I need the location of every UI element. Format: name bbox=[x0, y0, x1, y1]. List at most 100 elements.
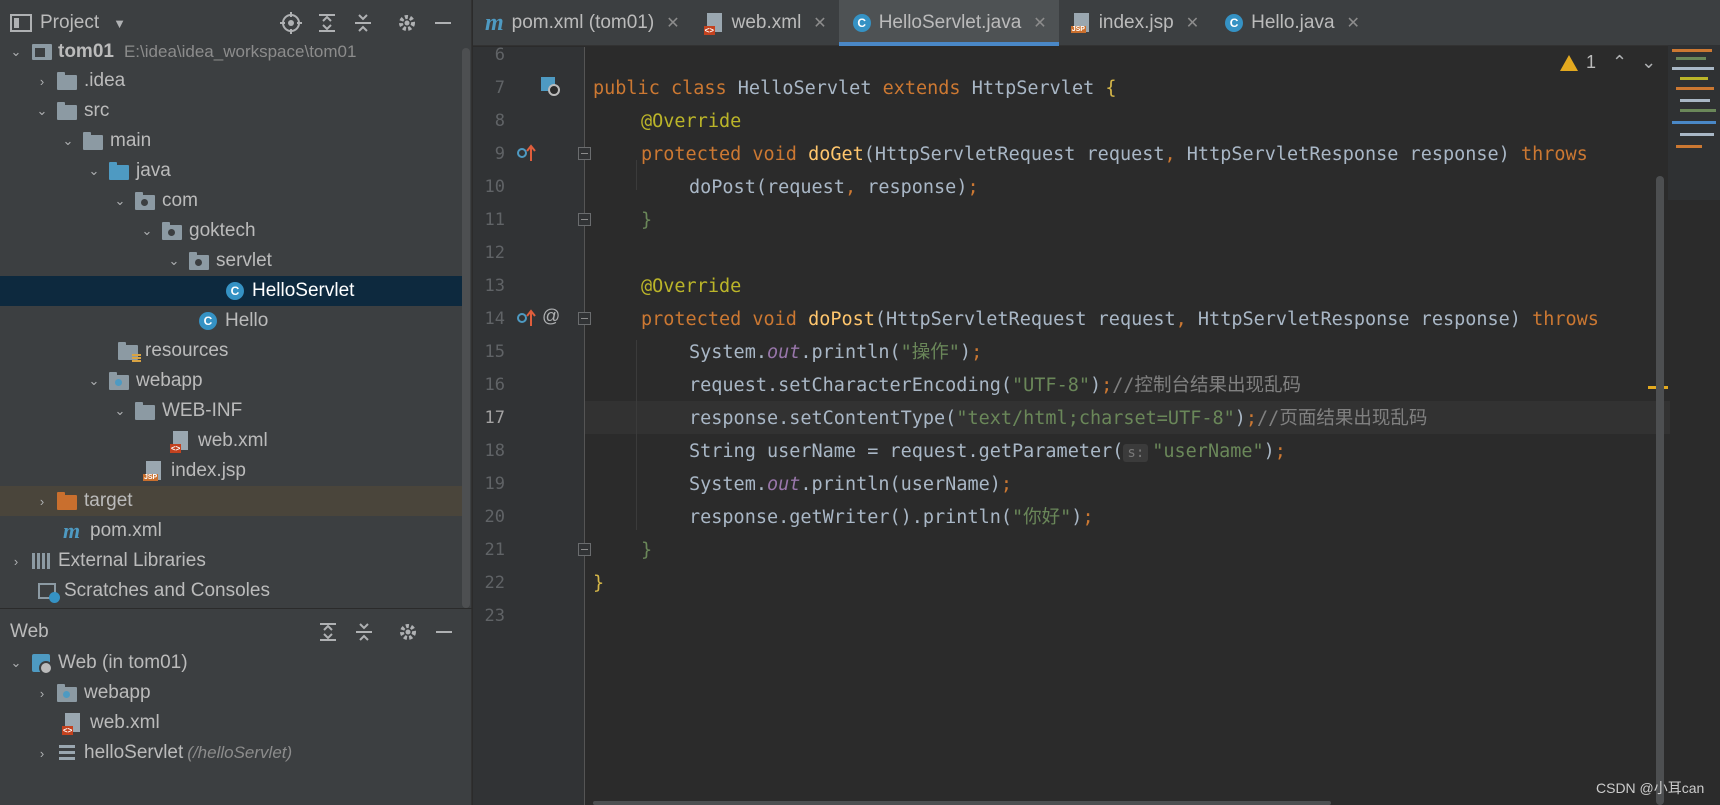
servlet-gutter-icon[interactable] bbox=[540, 76, 560, 100]
web-item-web-xml[interactable]: web.xml bbox=[0, 708, 470, 738]
tree-item-scratches[interactable]: Scratches and Consoles bbox=[0, 576, 470, 606]
tree-item-main[interactable]: ⌄ main bbox=[0, 126, 470, 156]
web-item-webapp[interactable]: › webapp bbox=[0, 678, 470, 708]
tree-item-label: WEB-INF bbox=[162, 400, 243, 421]
tree-item-goktech[interactable]: ⌄ goktech bbox=[0, 216, 470, 246]
collapse-all-icon[interactable] bbox=[345, 5, 381, 41]
project-scrollbar[interactable] bbox=[462, 48, 470, 608]
code-minimap[interactable] bbox=[1668, 45, 1720, 200]
tree-item-pom-xml[interactable]: m pom.xml bbox=[0, 516, 470, 546]
chevron-right-icon[interactable]: › bbox=[32, 678, 52, 708]
chevron-down-icon[interactable]: ⌄ bbox=[84, 156, 104, 186]
tab-hello-java[interactable]: C Hello.java ✕ bbox=[1211, 0, 1372, 46]
close-icon[interactable]: ✕ bbox=[813, 13, 826, 33]
editor-vertical-scrollbar[interactable] bbox=[1656, 176, 1664, 805]
collapse-all-icon[interactable] bbox=[346, 614, 382, 650]
tab-web-xml[interactable]: web.xml ✕ bbox=[692, 0, 839, 46]
implements-up-icon[interactable] bbox=[516, 143, 538, 167]
implements-up-icon[interactable] bbox=[516, 308, 538, 332]
code-line-10: doPost(request, response); bbox=[689, 171, 979, 204]
code-token: ; bbox=[1000, 474, 1013, 495]
chevron-down-icon[interactable]: ⌄ bbox=[32, 96, 52, 126]
code-token: doPost bbox=[808, 309, 875, 330]
gear-icon[interactable] bbox=[390, 614, 426, 650]
code-line-7: public class HelloServlet extends HttpSe… bbox=[593, 72, 1117, 105]
code-line-22: } bbox=[593, 573, 605, 594]
chevron-down-icon[interactable]: ⌄ bbox=[110, 186, 130, 216]
chevron-down-icon[interactable]: ⌄ bbox=[6, 648, 26, 678]
java-class-icon: C bbox=[197, 310, 219, 332]
close-icon[interactable]: ✕ bbox=[1347, 13, 1360, 33]
tab-index-jsp[interactable]: index.jsp ✕ bbox=[1059, 0, 1211, 46]
tree-item-index-jsp[interactable]: index.jsp bbox=[0, 456, 470, 486]
tree-item-label: HelloServlet bbox=[252, 280, 355, 301]
tree-item-java[interactable]: ⌄ java bbox=[0, 156, 470, 186]
code-token: { bbox=[1105, 78, 1117, 99]
web-item-helloservlet[interactable]: › helloServlet (/helloServlet) bbox=[0, 738, 470, 768]
expand-all-icon[interactable] bbox=[309, 5, 345, 41]
code-token: protected void bbox=[641, 309, 809, 330]
editor-horizontal-scrollbar[interactable] bbox=[593, 801, 1331, 805]
fold-icon[interactable] bbox=[578, 147, 591, 160]
locate-file-icon[interactable] bbox=[273, 5, 309, 41]
code-token: extends bbox=[882, 78, 972, 99]
chevron-down-icon[interactable]: ⌄ bbox=[58, 126, 78, 156]
project-view-icon bbox=[10, 14, 32, 32]
tree-item-web-xml[interactable]: web.xml bbox=[0, 426, 470, 456]
close-icon[interactable]: ✕ bbox=[666, 13, 679, 33]
tree-item-label: web.xml bbox=[90, 712, 160, 733]
tree-item-servlet[interactable]: ⌄ servlet bbox=[0, 246, 470, 276]
folder-icon bbox=[56, 100, 78, 122]
at-mapping-icon[interactable]: @ bbox=[542, 306, 560, 327]
code-token: (HttpServletRequest request bbox=[863, 144, 1165, 165]
tree-item-web-inf[interactable]: ⌄ WEB-INF bbox=[0, 396, 470, 426]
chevron-down-icon[interactable]: ⌄ bbox=[84, 366, 104, 396]
chevron-down-icon[interactable]: ⌄ bbox=[164, 246, 184, 276]
close-icon[interactable]: ✕ bbox=[1186, 13, 1199, 33]
tab-label: index.jsp bbox=[1098, 12, 1174, 33]
chevron-down-icon[interactable]: ⌄ bbox=[1641, 52, 1656, 73]
hide-panel-icon[interactable] bbox=[425, 5, 461, 41]
expand-all-icon[interactable] bbox=[310, 614, 346, 650]
code-token: , bbox=[1164, 144, 1187, 165]
tree-item-resources[interactable]: resources bbox=[0, 336, 470, 366]
tree-item-helloservlet[interactable]: C HelloServlet bbox=[0, 276, 470, 306]
gear-icon[interactable] bbox=[389, 5, 425, 41]
tree-item-label: resources bbox=[145, 340, 229, 361]
fold-icon[interactable] bbox=[578, 213, 591, 226]
chevron-right-icon[interactable]: › bbox=[32, 486, 52, 516]
chevron-up-icon[interactable]: ⌃ bbox=[1612, 52, 1627, 73]
tree-item-webapp[interactable]: ⌄ webapp bbox=[0, 366, 470, 396]
chevron-right-icon[interactable]: › bbox=[6, 546, 26, 576]
code-token: out bbox=[766, 342, 801, 363]
tab-helloservlet-java[interactable]: C HelloServlet.java ✕ bbox=[838, 0, 1059, 46]
tab-pom-xml[interactable]: m pom.xml (tom01) ✕ bbox=[473, 0, 692, 46]
tree-item-label: servlet bbox=[216, 250, 272, 271]
tree-item-idea[interactable]: › .idea bbox=[0, 66, 470, 96]
fold-icon[interactable] bbox=[578, 312, 591, 325]
web-item-web[interactable]: ⌄ Web (in tom01) bbox=[0, 648, 470, 678]
code-line-15: System.out.println("操作"); bbox=[689, 336, 982, 369]
chevron-down-icon[interactable]: ⌄ bbox=[110, 396, 130, 426]
fold-icon[interactable] bbox=[578, 543, 591, 556]
inspection-widget[interactable]: 1 ⌃ ⌄ bbox=[1560, 52, 1656, 73]
tree-item-tom01[interactable]: ⌄ tom01 E:\idea\idea_workspace\tom01 bbox=[0, 37, 470, 67]
chevron-right-icon[interactable]: › bbox=[32, 738, 52, 768]
chevron-down-icon[interactable]: ⌄ bbox=[137, 216, 157, 246]
tree-item-hello[interactable]: C Hello bbox=[0, 306, 470, 336]
project-panel-title[interactable]: Project bbox=[40, 12, 99, 34]
resources-folder-icon bbox=[117, 340, 141, 363]
tree-item-src[interactable]: ⌄ src bbox=[0, 96, 470, 126]
hide-panel-icon[interactable] bbox=[426, 614, 462, 650]
chevron-right-icon[interactable]: › bbox=[32, 66, 52, 96]
chevron-down-icon[interactable]: ▼ bbox=[113, 16, 126, 31]
code-line-21: } bbox=[641, 540, 653, 561]
java-class-icon: C bbox=[224, 280, 246, 302]
chevron-down-icon[interactable]: ⌄ bbox=[6, 37, 26, 67]
tree-item-com[interactable]: ⌄ com bbox=[0, 186, 470, 216]
tree-item-external-libraries[interactable]: › External Libraries bbox=[0, 546, 470, 576]
line-number: 19 bbox=[484, 474, 505, 494]
code-line-17: response.setContentType("text/html;chars… bbox=[689, 402, 1427, 435]
tree-item-target[interactable]: › target bbox=[0, 486, 470, 516]
close-icon[interactable]: ✕ bbox=[1033, 13, 1046, 33]
